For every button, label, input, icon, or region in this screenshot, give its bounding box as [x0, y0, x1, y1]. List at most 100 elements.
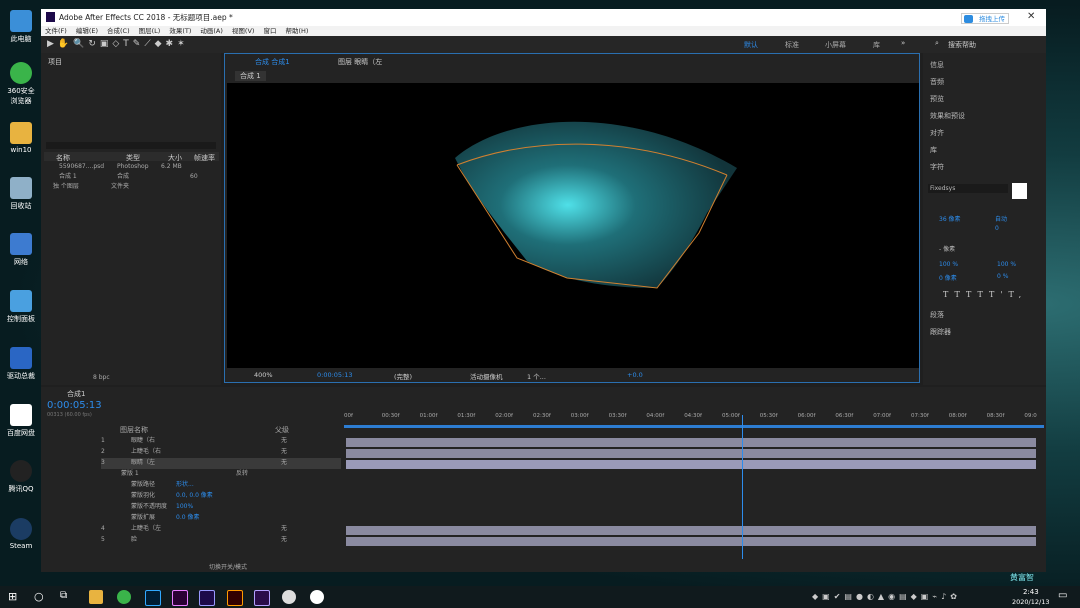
layer-bar[interactable] [346, 526, 1036, 535]
menu-help[interactable]: 帮助(H) [285, 27, 308, 35]
premiere-icon[interactable] [172, 590, 188, 606]
exposure-value[interactable]: +0.0 [627, 371, 643, 379]
menu-window[interactable]: 窗口 [263, 27, 276, 35]
align-panel[interactable]: 对齐 [930, 125, 965, 142]
workspace-small[interactable]: 小屏幕 [825, 40, 846, 50]
mask-opacity-row[interactable]: 蒙版不透明度 100% [101, 502, 341, 513]
menu-effect[interactable]: 效果(T) [169, 27, 191, 35]
desktop-icon-recycle[interactable]: 回收站 [4, 177, 38, 211]
browser-icon[interactable] [117, 590, 131, 604]
tracker-panel[interactable]: 跟踪器 [930, 324, 951, 341]
menu-view[interactable]: 视图(V) [232, 27, 255, 35]
layer-bar[interactable] [346, 460, 1036, 469]
table-row[interactable]: 1 眼睫（右无 [101, 436, 341, 447]
effects-panel[interactable]: 效果和预设 [930, 108, 965, 125]
paragraph-panel[interactable]: 段落 [930, 307, 951, 324]
menu-file[interactable]: 文件(F) [45, 27, 67, 35]
list-item[interactable]: 5590687....psd Photoshop 6.2 MB [49, 162, 219, 172]
tsume[interactable]: 0 % [997, 273, 1008, 280]
comp-sub-tab[interactable]: 合成 1 [235, 71, 266, 81]
fill-color-swatch[interactable] [1012, 183, 1027, 199]
desktop-icon-this-pc[interactable]: 此电脑 [4, 10, 38, 44]
desktop-icon-baidu[interactable]: 百度网盘 [4, 404, 38, 438]
font-size[interactable]: 36 像素 [939, 214, 961, 223]
media-encoder-icon[interactable] [254, 590, 270, 606]
col-layer-name[interactable]: 图层名称 [120, 425, 148, 435]
clock-date[interactable]: 2020/12/13 [1012, 598, 1049, 606]
camera-select[interactable]: 活动摄像机 [470, 371, 503, 381]
notification-icon[interactable]: ▭ [1058, 590, 1067, 601]
mask-expansion-row[interactable]: 蒙版扩展 0.0 像素 [101, 513, 341, 524]
settings-icon[interactable] [310, 590, 324, 604]
playhead[interactable] [742, 415, 743, 559]
tab-layer[interactable]: 图层 眼睛（左 [338, 57, 382, 67]
comp-timecode[interactable]: 0:00:05:13 [317, 371, 353, 379]
toggle-switches-modes[interactable]: 切换开关/模式 [209, 562, 247, 571]
search-icon[interactable]: ⌕ [935, 39, 939, 48]
baseline-shift[interactable]: 0 像素 [939, 273, 957, 282]
work-area-bar[interactable] [344, 425, 1044, 428]
stroke-width[interactable]: - 像素 [939, 244, 955, 253]
table-row[interactable]: 5脸无 [101, 535, 341, 546]
desktop-icon-win10[interactable]: win10 [4, 122, 38, 154]
search-icon[interactable]: ○ [34, 590, 44, 603]
list-item[interactable]: 独 个图层 文件夹 [49, 182, 219, 192]
horizontal-scale[interactable]: 100 % [997, 261, 1016, 268]
preview-panel[interactable]: 预览 [930, 91, 965, 108]
desktop-icon-qq[interactable]: 腾讯QQ [4, 460, 38, 494]
desktop-icon-network[interactable]: 网络 [4, 233, 38, 267]
views-select[interactable]: 1 个... [527, 371, 546, 381]
menu-comp[interactable]: 合成(C) [107, 27, 130, 35]
menu-layer[interactable]: 图层(L) [139, 27, 161, 35]
tracking[interactable]: 0 [995, 225, 999, 232]
clock-time[interactable]: 2:43 [1023, 588, 1039, 596]
project-search-input[interactable] [46, 142, 216, 149]
tool-icons[interactable]: ▶✋🔍↻▣◇T✎⟋◆✱✶ [47, 39, 189, 49]
menu-animation[interactable]: 动画(A) [200, 27, 223, 35]
upload-button[interactable]: 拖拽上传 [961, 13, 1009, 24]
desktop-icon-driver[interactable]: 驱动总裁 [4, 347, 38, 381]
after-effects-icon[interactable] [199, 590, 215, 606]
app-icon[interactable] [282, 590, 296, 604]
table-row[interactable]: 4 上睫毛（左无 [101, 524, 341, 535]
desktop-icon-360[interactable]: 360安全浏览器 [4, 62, 38, 106]
layer-bar[interactable] [346, 537, 1036, 546]
text-style-buttons[interactable]: TTTTT'T, [943, 290, 1027, 299]
table-row[interactable]: 2 上睫毛（右无 [101, 447, 341, 458]
search-help-input[interactable]: 搜索帮助 [948, 40, 976, 50]
quality-select[interactable]: (完整) [394, 371, 412, 381]
desktop-icon-control-panel[interactable]: 控制面板 [4, 290, 38, 324]
explorer-icon[interactable] [89, 590, 103, 604]
mask-row[interactable]: 蒙版 1 反转 [101, 469, 341, 480]
time-ruler[interactable]: 00f 00:30f 01:00f 01:30f 02:00f 02:30f 03:00f 0… [344, 413, 1044, 423]
windows-start-icon[interactable]: ⊞ [8, 590, 17, 603]
bpc-label[interactable]: 8 bpc [93, 374, 110, 381]
close-icon[interactable]: ✕ [1027, 11, 1035, 22]
libraries-panel[interactable]: 库 [930, 142, 965, 159]
layer-bar[interactable] [346, 449, 1036, 458]
workspace-library[interactable]: 库 [873, 40, 880, 50]
system-tray-icons[interactable]: ◆▣✔▤●◐▲◉▤◆▣⌁♪✿ [812, 592, 992, 602]
mask-feather-row[interactable]: 蒙版羽化 0.0, 0.0 像素 [101, 491, 341, 502]
illustrator-icon[interactable] [227, 590, 243, 606]
photoshop-icon[interactable] [145, 590, 161, 606]
character-panel[interactable]: 字符 [930, 159, 965, 176]
comp-viewport[interactable] [227, 83, 919, 368]
timeline-tab[interactable]: 合成1 [67, 389, 85, 399]
workspace-default[interactable]: 默认 [744, 40, 758, 50]
workspace-standard[interactable]: 标准 [785, 40, 799, 50]
vertical-scale[interactable]: 100 % [939, 261, 958, 268]
table-row-selected[interactable]: 3 眼睛（左无 [101, 458, 341, 469]
task-view-icon[interactable]: ⧉ [60, 590, 67, 601]
leading[interactable]: 自动 [995, 214, 1007, 223]
col-parent[interactable]: 父级 [275, 425, 289, 435]
tab-comp[interactable]: 合成 合成1 [255, 57, 290, 67]
info-panel[interactable]: 信息 [930, 57, 965, 74]
desktop-icon-steam[interactable]: Steam [4, 518, 38, 550]
list-item[interactable]: 合成 1 合成 60 [49, 172, 219, 182]
timeline-timecode[interactable]: 0:00:05:13 [47, 400, 102, 411]
audio-panel[interactable]: 音频 [930, 74, 965, 91]
font-select[interactable]: Fixedsys [928, 184, 1008, 193]
chevron-right-icon[interactable]: » [901, 39, 905, 47]
menu-edit[interactable]: 编辑(E) [76, 27, 98, 35]
